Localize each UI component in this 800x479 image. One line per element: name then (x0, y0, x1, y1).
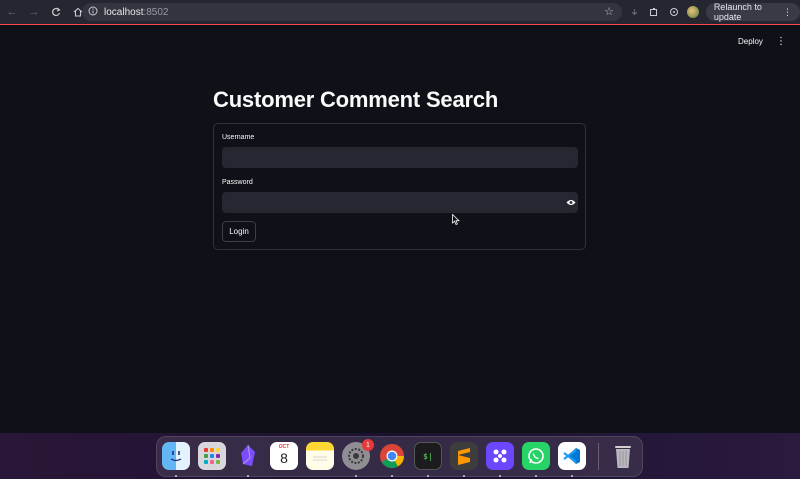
macos-dock: OCT 8 1 $| (156, 436, 643, 477)
site-info-icon[interactable] (88, 6, 98, 19)
whatsapp-icon[interactable] (522, 442, 550, 470)
notes-icon[interactable] (306, 442, 334, 470)
terminal-prompt: $| (423, 451, 433, 461)
calendar-icon[interactable]: OCT 8 (270, 442, 298, 470)
relaunch-button[interactable]: Relaunch to update ⋮ (705, 2, 800, 22)
sublime-text-icon[interactable] (450, 442, 478, 470)
app-header: Deploy ⋮ (0, 26, 800, 62)
url-port: :8502 (143, 6, 169, 18)
dock-separator (598, 443, 599, 470)
system-settings-icon[interactable]: 1 (342, 439, 374, 470)
main-menu-icon[interactable]: ⋮ (776, 36, 786, 47)
login-form: Username Password Login (213, 123, 586, 250)
browser-toolbar: ← → localhost:8502 ☆ Relaunch to update … (0, 0, 800, 25)
browser-menu-icon: ⋮ (783, 6, 793, 17)
chrome-labs-icon[interactable] (667, 4, 680, 20)
chrome-icon[interactable] (378, 442, 406, 470)
username-label: Username (222, 134, 255, 141)
forward-icon[interactable]: → (24, 2, 44, 22)
terminal-icon[interactable]: $| (414, 442, 442, 470)
page-title: Customer Comment Search (213, 87, 499, 112)
vscode-icon[interactable] (558, 442, 586, 470)
password-field[interactable] (222, 192, 578, 213)
reload-icon[interactable] (46, 2, 66, 22)
profile-avatar[interactable] (686, 4, 700, 20)
password-wrapper (214, 192, 585, 213)
login-button[interactable]: Login (222, 221, 256, 242)
obsidian-icon[interactable] (234, 442, 262, 470)
url-host: localhost (104, 6, 144, 18)
settings-notification-badge: 1 (362, 439, 374, 451)
bookmark-star-icon[interactable]: ☆ (604, 5, 614, 18)
trash-icon[interactable] (609, 442, 637, 470)
address-bar[interactable]: localhost:8502 ☆ (82, 3, 622, 21)
password-label: Password (222, 179, 253, 186)
download-icon[interactable] (628, 4, 641, 20)
calendar-day: 8 (280, 450, 288, 466)
finder-icon[interactable] (162, 442, 190, 470)
deploy-button[interactable]: Deploy (738, 37, 763, 46)
back-icon[interactable]: ← (2, 2, 22, 22)
username-field[interactable] (222, 147, 578, 168)
launchpad-icon[interactable] (198, 442, 226, 470)
relaunch-label: Relaunch to update (713, 2, 762, 22)
show-password-eye-icon[interactable] (565, 197, 577, 207)
extensions-icon[interactable] (647, 4, 660, 20)
clockify-like-app-icon[interactable] (486, 442, 514, 470)
mouse-pointer-icon (452, 214, 460, 225)
